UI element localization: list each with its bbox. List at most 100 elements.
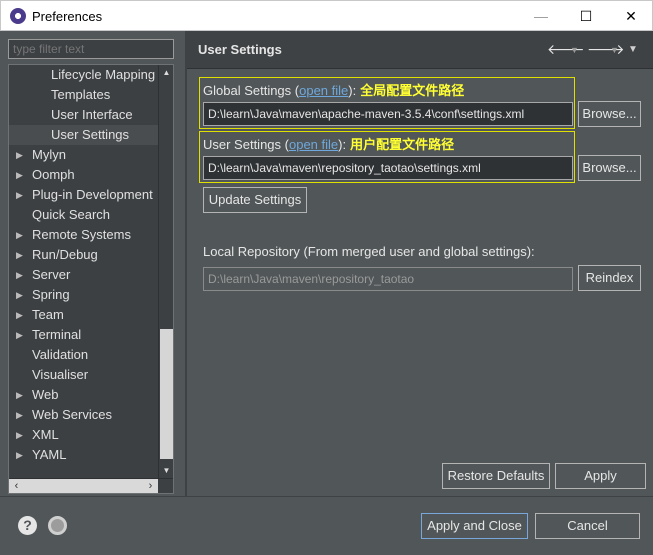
dialog-footer: ? Apply and Close Cancel <box>0 496 653 555</box>
page-title: User Settings <box>198 42 282 57</box>
expand-arrow-icon[interactable]: ▶ <box>16 385 23 405</box>
expand-arrow-icon[interactable]: ▶ <box>16 185 23 205</box>
close-button[interactable]: ✕ <box>608 1 653 31</box>
tree-item-label: Validation <box>32 347 89 362</box>
tree-item[interactable]: Lifecycle Mapping <box>9 65 159 85</box>
back-dropdown-icon[interactable]: ▼ <box>570 45 579 55</box>
reindex-button[interactable]: Reindex <box>578 265 641 291</box>
apply-and-close-button[interactable]: Apply and Close <box>421 513 528 539</box>
tree-item-label: Terminal <box>32 327 82 342</box>
user-settings-label: User Settings (open file): 用户配置文件路径 <box>203 134 454 153</box>
eclipse-icon <box>10 8 26 24</box>
tree-item[interactable]: Quick Search <box>9 205 159 225</box>
expand-arrow-icon[interactable]: ▶ <box>16 165 23 185</box>
tree-item-label: Lifecycle Mapping <box>51 67 156 82</box>
tree-item[interactable]: ▶ Spring <box>9 285 159 305</box>
tree-item-label: Server <box>32 267 71 282</box>
global-settings-label: Global Settings (open file): 全局配置文件路径 <box>203 80 464 99</box>
maximize-button[interactable]: ☐ <box>563 1 609 31</box>
minimize-button[interactable]: — <box>518 1 564 31</box>
user-annotation: 用户配置文件路径 <box>350 138 455 153</box>
page-header: User Settings 🡐 ▼ 🡒 ▼ ▼ <box>187 31 653 69</box>
global-browse-button[interactable]: Browse... <box>578 101 641 127</box>
tree-item-label: Remote Systems <box>32 227 131 242</box>
tree-item-label: Mylyn <box>32 147 66 162</box>
user-browse-button[interactable]: Browse... <box>578 155 641 181</box>
expand-arrow-icon[interactable]: ▶ <box>16 245 23 265</box>
global-settings-text-end: ): <box>348 83 357 98</box>
tree-item[interactable]: Visualiser <box>9 365 159 385</box>
expand-arrow-icon[interactable]: ▶ <box>16 285 23 305</box>
global-open-file-link[interactable]: open file <box>299 83 348 98</box>
tree-item-label: User Settings <box>51 127 130 142</box>
tree-item-label: XML <box>32 427 59 442</box>
tree-vertical-scrollbar[interactable]: ▲ ▼ <box>158 65 173 478</box>
expand-arrow-icon[interactable]: ▶ <box>16 325 23 345</box>
tree-item[interactable]: ▶ Web Services <box>9 405 159 425</box>
scroll-up-icon[interactable]: ▲ <box>159 65 173 80</box>
help-icon[interactable]: ? <box>18 516 37 535</box>
tree-item[interactable]: ▶ Terminal <box>9 325 159 345</box>
tree-item-label: Spring <box>32 287 70 302</box>
scroll-left-icon[interactable]: ‹ <box>9 479 24 493</box>
expand-arrow-icon[interactable]: ▶ <box>16 445 23 465</box>
tree-item[interactable]: ▶ Remote Systems <box>9 225 159 245</box>
user-settings-text-end: ): <box>338 137 347 152</box>
tree-item-label: Templates <box>51 87 111 102</box>
filter-input[interactable] <box>8 39 174 59</box>
tree-item-label: Oomph <box>32 167 75 182</box>
user-settings-path-field[interactable]: D:\learn\Java\maven\repository_taotao\se… <box>203 156 573 180</box>
tree-item-label: Web <box>32 387 59 402</box>
tree-item-label: YAML <box>32 447 67 462</box>
expand-arrow-icon[interactable]: ▶ <box>16 425 23 445</box>
cancel-button[interactable]: Cancel <box>535 513 640 539</box>
tree-item[interactable]: Validation <box>9 345 159 365</box>
tree-item-label: Visualiser <box>32 367 89 382</box>
expand-arrow-icon[interactable]: ▶ <box>16 145 23 165</box>
scroll-right-icon[interactable]: › <box>143 479 158 493</box>
preferences-sidebar: Lifecycle Mapping Templates User Interface… <box>0 31 186 496</box>
global-annotation: 全局配置文件路径 <box>360 84 465 99</box>
tree-item-label: Plug-in Development <box>32 187 153 202</box>
tree-item[interactable]: ▶ YAML <box>9 445 159 465</box>
view-menu-icon[interactable]: ▼ <box>628 44 638 55</box>
tree-item[interactable]: ▶ XML <box>9 425 159 445</box>
expand-arrow-icon[interactable]: ▶ <box>16 225 23 245</box>
tree-item-label: Run/Debug <box>32 247 98 262</box>
local-repository-label: Local Repository (From merged user and g… <box>203 244 535 259</box>
title-bar: Preferences — ☐ ✕ <box>0 0 653 31</box>
expand-arrow-icon[interactable]: ▶ <box>16 265 23 285</box>
tree-item[interactable]: ▶ Mylyn <box>9 145 159 165</box>
tree-item[interactable]: User Settings <box>9 125 159 145</box>
expand-arrow-icon[interactable]: ▶ <box>16 305 23 325</box>
tree-item[interactable]: ▶ Run/Debug <box>9 245 159 265</box>
preferences-tree: Lifecycle Mapping Templates User Interface… <box>8 64 174 494</box>
tree-item[interactable]: Templates <box>9 85 159 105</box>
tree-item-label: User Interface <box>51 107 133 122</box>
tree-item[interactable]: ▶ Server <box>9 265 159 285</box>
apply-button[interactable]: Apply <box>555 463 646 489</box>
local-repository-path-field: D:\learn\Java\maven\repository_taotao <box>203 267 573 291</box>
tree-item-label: Quick Search <box>32 207 111 222</box>
tree-item[interactable]: ▶ Oomph <box>9 165 159 185</box>
scroll-down-icon[interactable]: ▼ <box>159 463 173 478</box>
window-title: Preferences <box>32 9 103 24</box>
global-settings-path-field[interactable]: D:\learn\Java\maven\apache-maven-3.5.4\c… <box>203 102 573 126</box>
restore-defaults-button[interactable]: Restore Defaults <box>442 463 550 489</box>
update-settings-button[interactable]: Update Settings <box>203 187 307 213</box>
tree-item[interactable]: User Interface <box>9 105 159 125</box>
scroll-thumb[interactable] <box>160 329 173 459</box>
tree-item[interactable]: ▶ Web <box>9 385 159 405</box>
tree-item-label: Web Services <box>32 407 112 422</box>
tree-horizontal-scrollbar[interactable]: ‹ › <box>9 478 173 493</box>
global-settings-text: Global Settings ( <box>203 83 300 98</box>
tree-item-label: Team <box>32 307 64 322</box>
scrollbar-corner <box>158 479 173 493</box>
tree-item[interactable]: ▶ Team <box>9 305 159 325</box>
forward-dropdown-icon[interactable]: ▼ <box>610 45 619 55</box>
user-open-file-link[interactable]: open file <box>289 137 338 152</box>
record-macro-icon[interactable] <box>48 516 67 535</box>
settings-page: User Settings 🡐 ▼ 🡒 ▼ ▼ Global Settings … <box>187 31 653 496</box>
expand-arrow-icon[interactable]: ▶ <box>16 405 23 425</box>
tree-item[interactable]: ▶ Plug-in Development <box>9 185 159 205</box>
